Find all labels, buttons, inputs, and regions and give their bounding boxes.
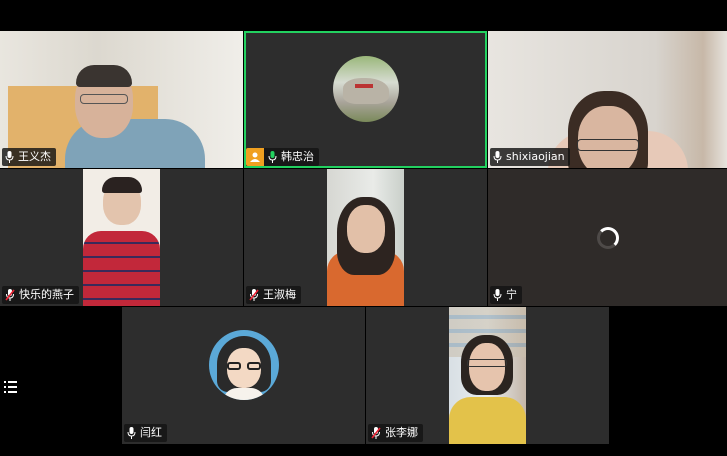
avatar: [209, 330, 279, 400]
participant-name: shixiaojian: [506, 150, 565, 163]
microphone-muted-icon: [5, 289, 15, 301]
participant-name: 闫红: [140, 426, 162, 439]
participant-name: 王淑梅: [263, 288, 296, 301]
participant-nametag: 张李娜: [368, 424, 423, 442]
participant-tile-shixiaojian[interactable]: shixiaojian: [488, 31, 727, 168]
participant-tile-yanhong[interactable]: 闫红: [122, 307, 365, 444]
microphone-muted-icon: [371, 427, 381, 439]
participant-nametag: 韩忠治: [246, 148, 319, 166]
participant-name: 快乐的燕子: [19, 288, 74, 301]
participant-tile-wangyijie[interactable]: 王义杰: [0, 31, 243, 168]
microphone-icon: [493, 289, 502, 301]
participant-nametag: 快乐的燕子: [2, 286, 79, 304]
hamburger-menu-icon[interactable]: [4, 378, 24, 396]
participant-tile-zhanglina[interactable]: 张李娜: [366, 307, 609, 444]
microphone-speaking-icon: [268, 151, 277, 163]
participant-tile-ning[interactable]: 宁: [488, 169, 727, 306]
participant-nametag: shixiaojian: [490, 148, 570, 166]
participant-name: 王义杰: [18, 150, 51, 163]
participant-tile-wangshumei[interactable]: 王淑梅: [244, 169, 487, 306]
participant-name: 宁: [506, 288, 517, 301]
participant-tile-kuailedeyanzi[interactable]: 快乐的燕子: [0, 169, 243, 306]
participant-nametag: 王淑梅: [246, 286, 301, 304]
participant-nametag: 宁: [490, 286, 522, 304]
participant-name: 韩忠治: [281, 150, 314, 163]
loading-spinner-icon: [597, 227, 619, 249]
participant-nametag: 王义杰: [2, 148, 56, 166]
microphone-icon: [493, 151, 502, 163]
avatar: [333, 56, 399, 122]
participant-tile-hanzhongzhi[interactable]: 韩忠治: [244, 31, 487, 168]
microphone-muted-icon: [249, 289, 259, 301]
participant-nametag: 闫红: [124, 424, 167, 442]
microphone-icon: [127, 427, 136, 439]
microphone-icon: [5, 151, 14, 163]
participant-name: 张李娜: [385, 426, 418, 439]
participant-video: [83, 169, 160, 306]
participant-video: [449, 307, 526, 444]
host-user-icon: [246, 148, 264, 166]
participant-video: [327, 169, 404, 306]
